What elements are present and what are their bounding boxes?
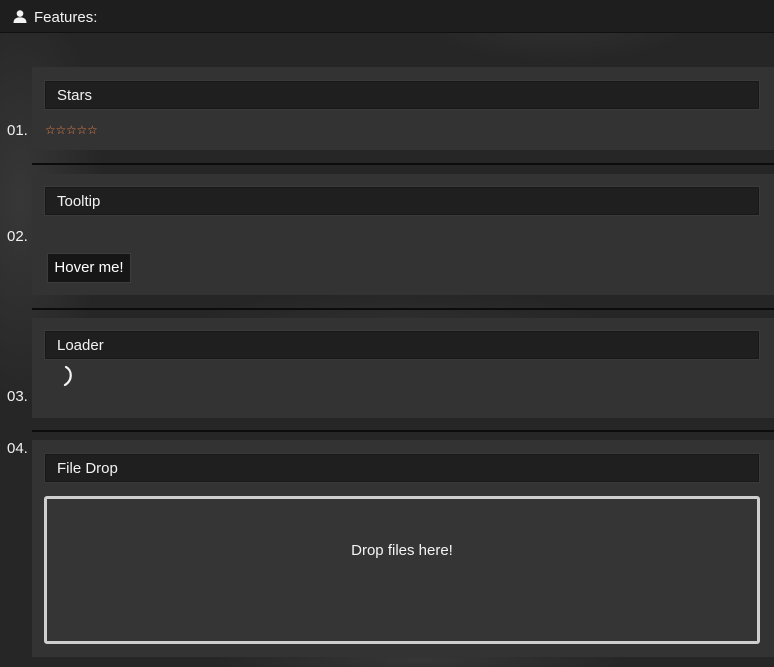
spinner-icon [63, 365, 72, 387]
page-title: Features: [34, 9, 98, 26]
section-divider [32, 308, 774, 310]
drop-zone-label: Drop files here! [351, 542, 453, 559]
section-title: File Drop [57, 460, 118, 477]
section-title: Tooltip [57, 193, 101, 210]
section-number: 02. [7, 228, 28, 245]
section-header-file-drop: File Drop [44, 453, 760, 483]
star-rating[interactable]: ☆☆☆☆☆ [45, 123, 98, 137]
section-header-tooltip: Tooltip [44, 186, 760, 216]
hover-me-button[interactable]: Hover me! [47, 253, 131, 283]
section-title: Stars [57, 87, 93, 104]
star-icon[interactable]: ☆ [56, 123, 67, 137]
section-number: 03. [7, 388, 28, 405]
page-header: Features: [0, 0, 774, 33]
section-divider [32, 430, 774, 432]
star-icon[interactable]: ☆ [45, 123, 56, 137]
star-icon[interactable]: ☆ [77, 123, 88, 137]
file-drop-zone[interactable]: Drop files here! [44, 496, 760, 644]
section-header-stars: Stars [44, 80, 760, 110]
star-icon[interactable]: ☆ [87, 123, 98, 137]
section-loader: Loader [32, 318, 774, 418]
section-divider [32, 163, 774, 165]
section-title: Loader [57, 337, 104, 354]
user-icon [13, 10, 27, 23]
section-tooltip: Tooltip Hover me! [32, 174, 774, 295]
section-file-drop: File Drop Drop files here! [32, 440, 774, 657]
section-number: 01. [7, 122, 28, 139]
section-stars: Stars ☆☆☆☆☆ [32, 67, 774, 150]
section-number: 04. [7, 440, 28, 457]
star-icon[interactable]: ☆ [66, 123, 77, 137]
section-header-loader: Loader [44, 330, 760, 360]
